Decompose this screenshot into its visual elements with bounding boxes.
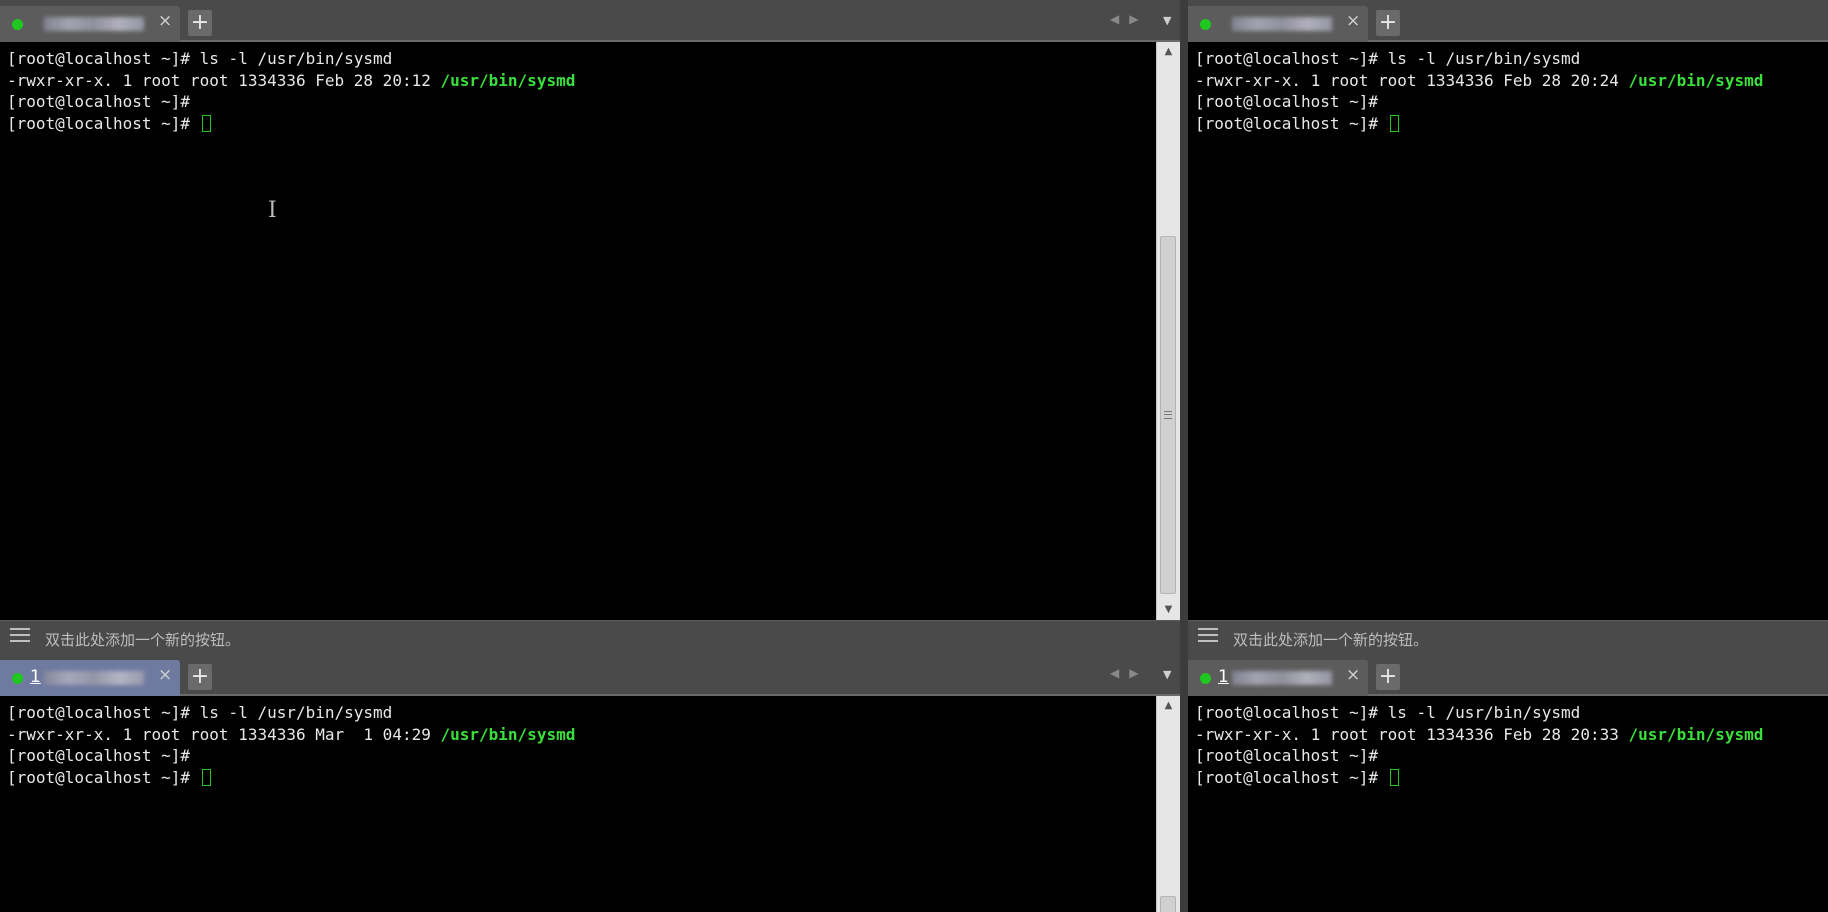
terminal-pane-bottom-left: 1 × + ◀ ▶ ▼ [root@localhost ~]# ls -l /us… [0,654,1180,912]
terminal-cursor [201,768,211,786]
hamburger-icon[interactable] [10,628,30,644]
terminal-line: [root@localhost ~]# [7,92,191,111]
quickbar-hint: 双击此处添加一个新的按钮。 [45,631,241,649]
session-tab[interactable]: 1 × [1188,660,1368,696]
terminal-line: [root@localhost ~]# [1195,767,1828,789]
terminal-output[interactable]: [root@localhost ~]# ls -l /usr/bin/sysmd… [1188,696,1828,912]
file-path: /usr/bin/sysmd [1628,724,1764,744]
tab-list-dropdown-icon[interactable]: ▼ [1163,14,1171,27]
quickbar-hint: 双击此处添加一个新的按钮。 [1233,631,1429,649]
tab-close-icon[interactable]: × [1346,665,1360,685]
terminal-pane-top-right: × + [root@localhost ~]# ls -l /usr/bin/s… [1188,0,1828,654]
tab-list-dropdown-icon[interactable]: ▼ [1163,668,1171,681]
terminal-output[interactable]: [root@localhost ~]# ls -l /usr/bin/sysmd… [1188,42,1828,620]
terminal-line: [root@localhost ~]# [7,746,191,765]
scroll-up-icon[interactable]: ▲ [1157,42,1180,62]
terminal-line: [root@localhost ~]# ls -l /usr/bin/sysmd [1195,49,1581,68]
next-tab-icon[interactable]: ▶ [1129,12,1138,26]
redacted-host-label [1232,671,1332,685]
tab-bar: 1 × + ◀ ▶ ▼ [0,654,1180,696]
terminal-output[interactable]: [root@localhost ~]# ls -l /usr/bin/sysmd… [0,696,1156,912]
file-listing: -rwxr-xr-x. 1 root root 1334336 Mar 1 04… [7,724,441,744]
quick-command-bar[interactable]: 双击此处添加一个新的按钮。 [1188,620,1828,654]
text-cursor-icon: I [268,198,277,223]
terminal-line: -rwxr-xr-x. 1 root root 1334336 Feb 28 2… [1195,70,1828,92]
file-path: /usr/bin/sysmd [1628,70,1764,90]
vertical-scrollbar[interactable]: ▲ ▼ [1156,42,1180,620]
terminal-line: [root@localhost ~]# [1195,113,1828,135]
file-listing: -rwxr-xr-x. 1 root root 1334336 Feb 28 2… [1195,724,1629,744]
tab-bar: × + [1188,0,1828,42]
tab-close-icon[interactable]: × [158,665,172,685]
redacted-host-label [44,671,144,685]
vertical-scrollbar[interactable]: ▲ [1156,696,1180,912]
terminal-cursor [1389,114,1399,132]
scrollbar-thumb[interactable] [1160,236,1176,594]
terminal-pane-top-left: × + ◀ ▶ ▼ [root@localhost ~]# ls -l /usr/… [0,0,1180,654]
tab-nav: ◀ ▶ [1110,12,1148,26]
prompt: [root@localhost ~]# [1195,767,1388,787]
tab-bar: 1 × + [1188,654,1828,696]
session-tab[interactable]: × [1188,6,1368,42]
connection-status-icon [1200,19,1211,30]
scroll-down-icon[interactable]: ▼ [1157,600,1180,620]
file-listing: -rwxr-xr-x. 1 root root 1334336 Feb 28 2… [7,70,441,90]
terminal-cursor [1389,768,1399,786]
prev-tab-icon[interactable]: ◀ [1110,666,1119,680]
session-tab[interactable]: × [0,6,180,42]
terminal-line: -rwxr-xr-x. 1 root root 1334336 Feb 28 2… [7,70,1156,92]
terminal-output[interactable]: [root@localhost ~]# ls -l /usr/bin/sysmd… [0,42,1156,620]
redacted-host-label [1232,17,1332,31]
scrollbar-grip-icon [1164,411,1172,419]
terminal-line: [root@localhost ~]# ls -l /usr/bin/sysmd [1195,703,1581,722]
tab-bar: × + ◀ ▶ ▼ [0,0,1180,42]
prompt: [root@localhost ~]# [7,113,200,133]
terminal-line: -rwxr-xr-x. 1 root root 1334336 Mar 1 04… [7,724,1156,746]
terminal-line: [root@localhost ~]# [7,113,1156,135]
scroll-up-icon[interactable]: ▲ [1157,696,1180,716]
terminal-line: [root@localhost ~]# [1195,746,1379,765]
tab-number: 1 [30,667,41,687]
quick-command-bar[interactable]: 双击此处添加一个新的按钮。 [0,620,1180,654]
add-tab-button[interactable]: + [1376,10,1400,36]
terminal-cursor [201,114,211,132]
tab-nav: ◀ ▶ [1110,666,1148,680]
redacted-host-label [44,17,144,31]
add-tab-button[interactable]: + [1376,664,1400,690]
add-tab-button[interactable]: + [188,10,212,36]
terminal-line: [root@localhost ~]# ls -l /usr/bin/sysmd [7,49,393,68]
tab-close-icon[interactable]: × [158,11,172,31]
connection-status-icon [12,19,23,30]
terminal-line: [root@localhost ~]# ls -l /usr/bin/sysmd [7,703,393,722]
prompt: [root@localhost ~]# [7,767,200,787]
tab-close-icon[interactable]: × [1346,11,1360,31]
add-tab-button[interactable]: + [188,664,212,690]
session-tab[interactable]: 1 × [0,660,180,696]
connection-status-icon [12,673,23,684]
terminal-line: -rwxr-xr-x. 1 root root 1334336 Feb 28 2… [1195,724,1828,746]
terminal-line: [root@localhost ~]# [7,767,1156,789]
file-path: /usr/bin/sysmd [440,70,576,90]
file-listing: -rwxr-xr-x. 1 root root 1334336 Feb 28 2… [1195,70,1629,90]
connection-status-icon [1200,673,1211,684]
file-path: /usr/bin/sysmd [440,724,576,744]
terminal-line: [root@localhost ~]# [1195,92,1379,111]
hamburger-icon[interactable] [1198,628,1218,644]
prompt: [root@localhost ~]# [1195,113,1388,133]
prev-tab-icon[interactable]: ◀ [1110,12,1119,26]
tab-number: 1 [1218,667,1229,687]
terminal-pane-bottom-right: 1 × + [root@localhost ~]# ls -l /usr/bin… [1188,654,1828,912]
scrollbar-thumb[interactable] [1160,896,1176,912]
next-tab-icon[interactable]: ▶ [1129,666,1138,680]
